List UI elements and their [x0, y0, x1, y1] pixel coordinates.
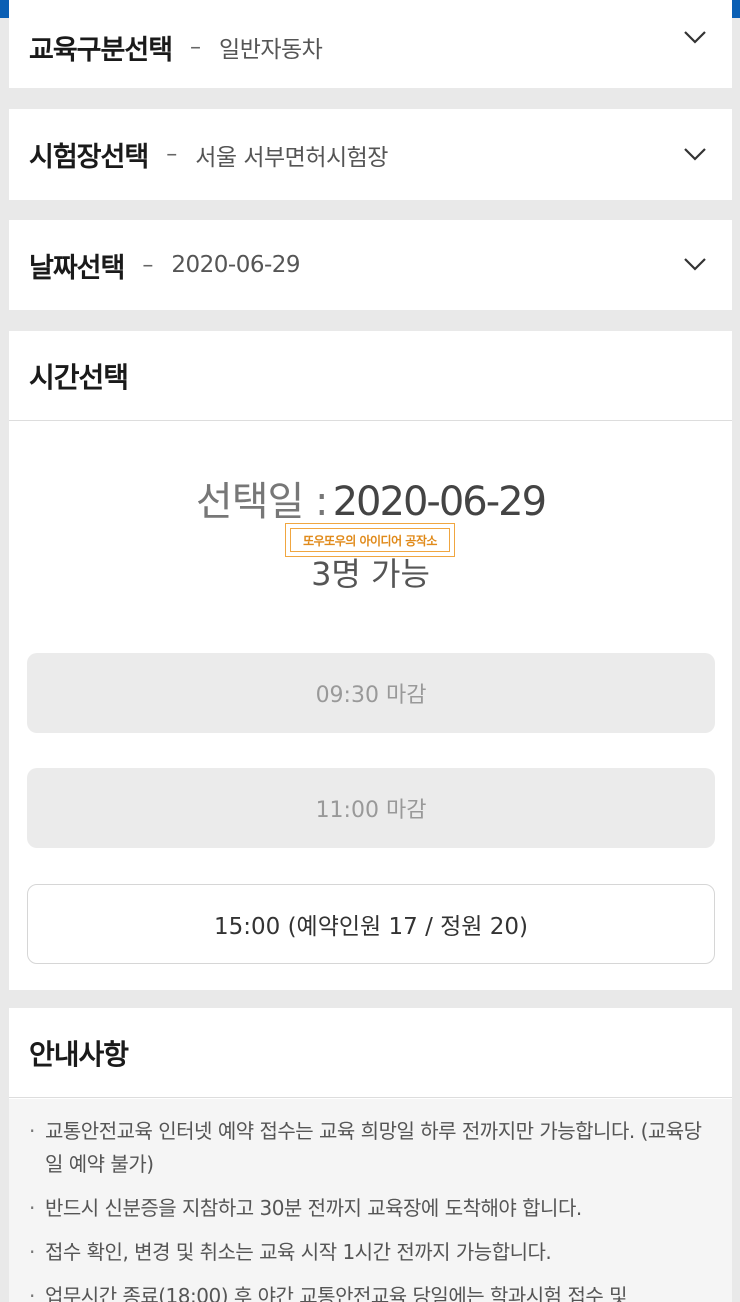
time-selection-section: 시간선택 선택일 : 2020-06-29 3명 가능 또우또우의 아이디어 공…: [9, 331, 732, 990]
time-slot-0930[interactable]: 09:30 마감: [27, 653, 715, 733]
selector-value: 서울 서부면허시험장: [195, 144, 388, 171]
chevron-down-icon[interactable]: [682, 28, 708, 46]
selector-dash: –: [166, 142, 178, 167]
section-title: 시간선택: [29, 360, 129, 394]
time-slot-1500[interactable]: 15:00 (예약인원 17 / 정원 20): [27, 884, 715, 964]
selected-day-value: 2020-06-29: [332, 479, 547, 525]
selector-value: 2020-06-29: [171, 252, 301, 278]
section-header: 안내사항: [9, 1008, 732, 1098]
selector-value: 일반자동차: [219, 37, 323, 63]
bullet: ·: [29, 1196, 35, 1220]
date-selector[interactable]: 날짜선택 – 2020-06-29: [9, 220, 732, 310]
list-item: · 접수 확인, 변경 및 취소는 교육 시작 1시간 전까지 가능합니다.: [29, 1236, 712, 1269]
section-header: 시간선택: [9, 331, 732, 421]
education-type-selector[interactable]: 교육구분선택 – 일반자동차: [9, 0, 732, 88]
time-slot-1100[interactable]: 11:00 마감: [27, 768, 715, 848]
watermark-stamp: 또우또우의 아이디어 공작소: [285, 523, 455, 557]
selected-day: 선택일 : 2020-06-29: [9, 469, 732, 527]
chevron-down-icon[interactable]: [682, 145, 708, 163]
selector-label: 교육구분선택: [29, 34, 173, 66]
selector-label: 시험장선택: [29, 142, 149, 173]
list-item: · 업무시간 종료(18:00) 후 야간 교통안전교육 당일에는 학과시험 접…: [29, 1280, 712, 1302]
test-site-selector[interactable]: 시험장선택 – 서울 서부면허시험장: [9, 109, 732, 200]
notice-section: 안내사항 · 교통안전교육 인터넷 예약 접수는 교육 희망일 하루 전까지만 …: [9, 1008, 732, 1302]
selected-day-label: 선택일 :: [195, 479, 329, 525]
chevron-down-icon[interactable]: [682, 255, 708, 273]
bullet: ·: [29, 1284, 35, 1302]
selector-dash: –: [190, 34, 202, 60]
watermark-text: 또우또우의 아이디어 공작소: [303, 533, 437, 548]
bullet: ·: [29, 1240, 35, 1264]
selector-label: 날짜선택: [29, 252, 125, 284]
notice-list: · 교통안전교육 인터넷 예약 접수는 교육 희망일 하루 전까지만 가능합니다…: [9, 1099, 732, 1302]
list-item: · 반드시 신분증을 지참하고 30분 전까지 교육장에 도착해야 합니다.: [29, 1192, 712, 1225]
selector-dash: –: [142, 252, 154, 278]
section-title: 안내사항: [29, 1037, 129, 1071]
list-item: · 교통안전교육 인터넷 예약 접수는 교육 희망일 하루 전까지만 가능합니다…: [29, 1115, 712, 1181]
bullet: ·: [29, 1119, 35, 1143]
